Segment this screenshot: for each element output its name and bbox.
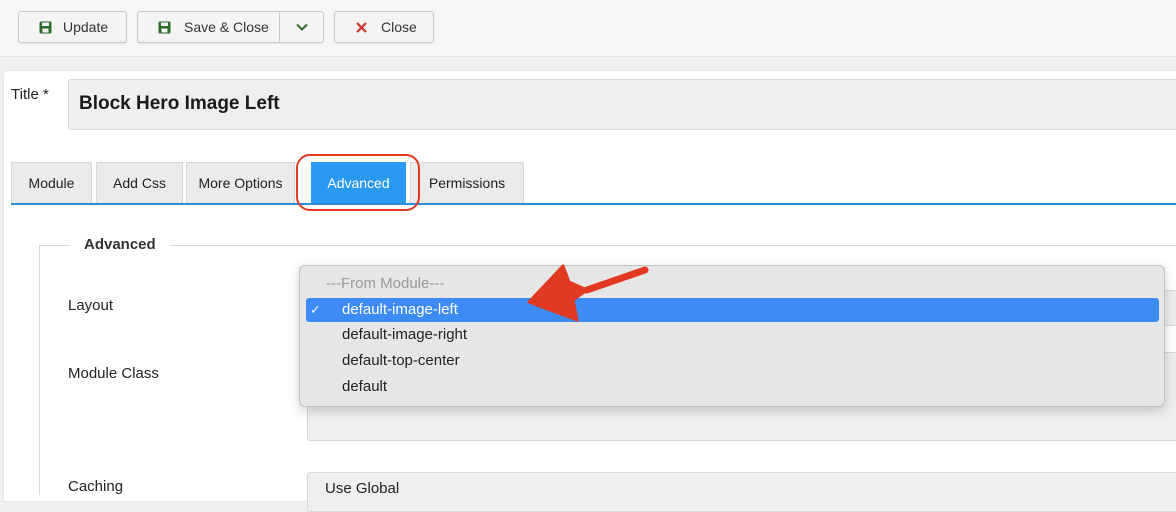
dropdown-option[interactable]: default-top-center xyxy=(306,349,1159,373)
title-label: Title * xyxy=(11,86,49,103)
module-class-label: Module Class xyxy=(68,365,159,382)
layout-dropdown-menu: ---From Module--- ✓ default-image-left d… xyxy=(299,265,1165,407)
close-button[interactable]: Close xyxy=(334,11,434,43)
fieldset-legend: Advanced xyxy=(70,236,170,253)
checkmark-icon: ✓ xyxy=(310,302,321,317)
caching-select[interactable]: Use Global xyxy=(307,472,1176,512)
annotation-circle xyxy=(296,154,420,211)
save-icon xyxy=(156,19,172,35)
tab-module[interactable]: Module xyxy=(11,162,92,203)
chevron-down-icon[interactable] xyxy=(280,12,324,42)
fieldset-border xyxy=(39,245,1176,246)
save-icon xyxy=(37,19,53,35)
annotation-arrow-icon xyxy=(527,264,649,322)
dropdown-option-label: default-image-left xyxy=(342,301,458,318)
save-close-label: Save & Close xyxy=(184,19,269,35)
layout-label: Layout xyxy=(68,297,114,314)
title-input[interactable]: Block Hero Image Left xyxy=(68,79,1176,130)
dropdown-option-placeholder: ---From Module--- xyxy=(326,275,445,292)
close-label: Close xyxy=(381,19,417,35)
dropdown-option[interactable]: default-image-right xyxy=(306,323,1159,347)
tabs-underline xyxy=(11,203,1176,205)
tab-more-options[interactable]: More Options xyxy=(186,162,295,203)
caching-label: Caching xyxy=(68,478,124,495)
close-x-icon xyxy=(353,19,369,35)
update-button[interactable]: Update xyxy=(18,11,127,43)
dropdown-option-selected[interactable]: ✓ default-image-left xyxy=(306,298,1159,322)
tab-add-css[interactable]: Add Css xyxy=(96,162,183,203)
update-label: Update xyxy=(63,19,109,35)
save-close-button[interactable]: Save & Close xyxy=(137,11,324,43)
toolbar: Update Save & Close Close xyxy=(0,0,1176,57)
fieldset-border xyxy=(39,245,40,495)
dropdown-option[interactable]: default xyxy=(306,375,1159,399)
tab-permissions[interactable]: Permissions xyxy=(410,162,524,203)
